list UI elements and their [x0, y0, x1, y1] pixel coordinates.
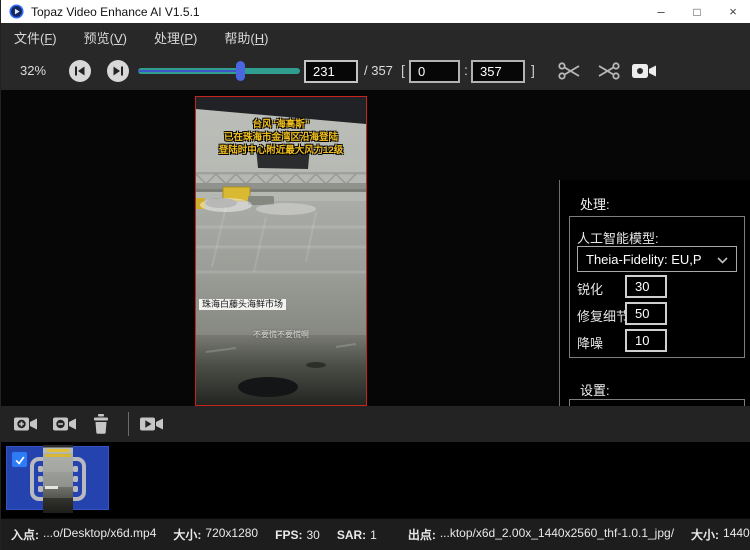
thumbnail-video-image	[43, 445, 73, 513]
ai-model-value: Theia-Fidelity: EU,P	[586, 252, 702, 267]
maximize-button[interactable]: □	[679, 0, 715, 23]
previous-frame-button[interactable]	[68, 59, 92, 83]
video-location-label: 珠海白藤头海鲜市场	[199, 299, 286, 310]
clip-thumbnail-item[interactable]	[6, 446, 109, 510]
app-logo-icon	[9, 4, 24, 19]
processing-section-title: 处理:	[580, 194, 610, 213]
trim-close-bracket: ]	[531, 62, 535, 78]
menu-process[interactable]: 处理(P)	[154, 28, 197, 47]
video-subtitle: 不要慌不要慌啊	[196, 329, 366, 340]
restore-detail-input[interactable]	[625, 302, 667, 325]
menu-preview[interactable]: 预览(V)	[84, 28, 127, 47]
clip-selected-checkbox[interactable]	[12, 452, 27, 467]
trim-colon: :	[464, 62, 468, 78]
overlay-line-1: 台风“海高斯”	[196, 118, 366, 131]
menu-bar: 文件(F) 预览(V) 处理(P) 帮助(H)	[1, 23, 750, 52]
status-sar: SAR:1	[337, 528, 377, 542]
status-bar: 入点:...o/Desktop/x6d.mp4 大小:720x1280 FPS:…	[1, 518, 750, 550]
thumbnail-overlay-text-decoration	[47, 449, 69, 452]
checkmark-icon	[14, 454, 26, 466]
status-input-size: 大小:720x1280	[173, 526, 258, 543]
clip-list	[1, 442, 750, 518]
zoom-level-label: 32%	[20, 63, 46, 78]
menu-file[interactable]: 文件(F)	[14, 28, 57, 47]
timeline-slider[interactable]	[138, 64, 300, 78]
settings-section-title: 设置:	[580, 380, 610, 399]
remove-video-icon[interactable]	[52, 414, 78, 434]
ai-model-dropdown[interactable]: Theia-Fidelity: EU,P	[577, 246, 737, 272]
delete-trash-icon[interactable]	[91, 413, 111, 435]
menu-help[interactable]: 帮助(H)	[224, 28, 268, 47]
toolbar-divider	[128, 412, 129, 436]
slider-handle[interactable]	[236, 61, 245, 81]
sharpen-label: 锐化	[577, 279, 603, 298]
thumbnail-label-decoration	[45, 486, 58, 489]
denoise-input[interactable]	[625, 329, 667, 352]
total-frames-label: / 357	[364, 63, 393, 78]
video-overlay-title: 台风“海高斯” 已在珠海市金湾区沿海登陆 登陆时中心附近最大风力12级	[196, 118, 366, 157]
preview-area: 台风“海高斯” 已在珠海市金湾区沿海登陆 登陆时中心附近最大风力12级 珠海白藤…	[1, 90, 750, 406]
process-video-icon[interactable]	[139, 414, 165, 434]
overlay-line-2: 已在珠海市金湾区沿海登陆	[196, 131, 366, 144]
thumbnail-overlay-text-decoration	[45, 454, 71, 457]
ai-model-label: 人工智能模型:	[577, 228, 659, 247]
current-frame-input[interactable]	[304, 60, 358, 83]
chevron-down-icon	[717, 257, 728, 264]
overlay-line-3: 登陆时中心附近最大风力12级	[196, 144, 366, 157]
app-window: Topaz Video Enhance AI V1.5.1 – □ × 文件(F…	[0, 0, 750, 550]
window-controls: – □ ×	[643, 0, 750, 23]
trim-start-input[interactable]	[409, 60, 460, 83]
restore-detail-label: 修复细节	[577, 306, 629, 325]
add-video-icon[interactable]	[13, 414, 39, 434]
trim-end-input[interactable]	[471, 60, 525, 83]
playback-toolbar: 32% / 357 [ : ]	[1, 52, 750, 90]
slider-progress	[138, 70, 240, 72]
sharpen-input[interactable]	[625, 275, 667, 298]
trim-start-scissors-icon[interactable]	[557, 58, 583, 84]
denoise-label: 降噪	[577, 333, 603, 352]
status-input-path: 入点:...o/Desktop/x6d.mp4	[11, 526, 156, 543]
status-fps: FPS:30	[275, 528, 320, 542]
next-frame-button[interactable]	[106, 59, 130, 83]
save-preview-camera-icon[interactable]	[631, 61, 657, 81]
status-output-path: 出点:...ktop/x6d_2.00x_1440x2560_thf-1.0.1…	[408, 526, 674, 543]
trim-open-bracket: [	[401, 62, 405, 78]
minimize-button[interactable]: –	[643, 0, 679, 23]
title-bar: Topaz Video Enhance AI V1.5.1 – □ ×	[1, 0, 750, 23]
clip-toolbar	[1, 406, 750, 442]
close-button[interactable]: ×	[715, 0, 750, 23]
status-output-size: 大小:1440x2560	[691, 526, 750, 543]
video-preview[interactable]: 台风“海高斯” 已在珠海市金湾区沿海登陆 登陆时中心附近最大风力12级 珠海白藤…	[195, 96, 367, 406]
trim-end-scissors-icon[interactable]	[595, 58, 621, 84]
window-title: Topaz Video Enhance AI V1.5.1	[31, 5, 643, 19]
